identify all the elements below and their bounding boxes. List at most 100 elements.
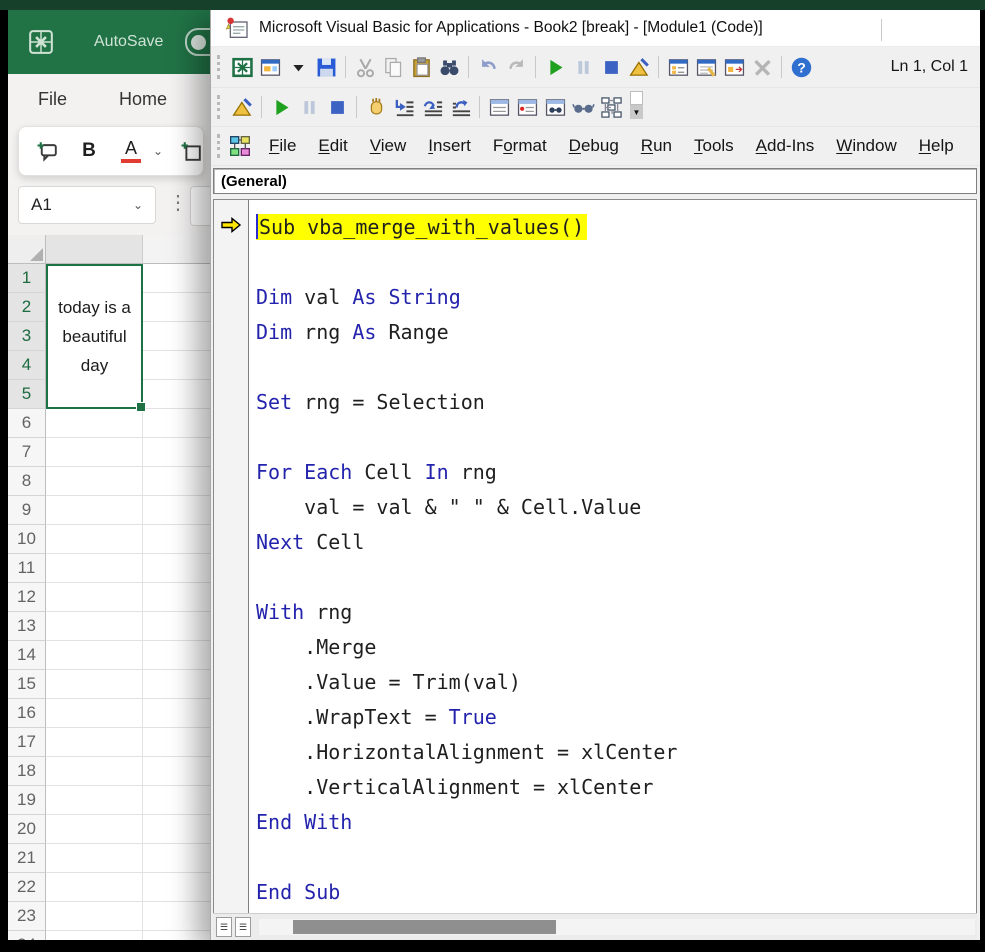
menu-run[interactable]: Run <box>630 136 683 156</box>
bold-button[interactable]: B <box>75 137 103 165</box>
cell-a15[interactable] <box>46 670 143 699</box>
font-color-button[interactable]: A <box>117 137 145 165</box>
view-excel-button[interactable] <box>228 53 256 81</box>
column-header-a[interactable] <box>46 235 143 264</box>
margin-indicator-bar[interactable] <box>214 200 249 913</box>
code-line-17[interactable]: .VerticalAlignment = xlCenter <box>256 770 976 805</box>
quick-watch-button[interactable] <box>569 93 597 121</box>
cell-a6[interactable] <box>46 409 143 438</box>
menu-view[interactable]: View <box>359 136 418 156</box>
scrollbar-thumb[interactable] <box>293 920 556 934</box>
row-header-24[interactable]: 24 <box>8 931 46 940</box>
code-line-7[interactable] <box>256 420 976 455</box>
cell-a17[interactable] <box>46 728 143 757</box>
toolbar-grip[interactable] <box>217 55 220 79</box>
code-line-20[interactable]: End Sub <box>256 875 976 910</box>
object-browser-button[interactable] <box>720 53 748 81</box>
save-button[interactable] <box>312 53 340 81</box>
code-line-16[interactable]: .HorizontalAlignment = xlCenter <box>256 735 976 770</box>
row-header-2[interactable]: 2 <box>8 293 46 322</box>
cell-a22[interactable] <box>46 873 143 902</box>
row-header-12[interactable]: 12 <box>8 583 46 612</box>
row-header-13[interactable]: 13 <box>8 612 46 641</box>
undo-button[interactable] <box>474 53 502 81</box>
code-line-11[interactable] <box>256 560 976 595</box>
redo-button[interactable] <box>502 53 530 81</box>
code-line-12[interactable]: With rng <box>256 595 976 630</box>
row-header-14[interactable]: 14 <box>8 641 46 670</box>
procedure-dropdown[interactable]: (General) <box>213 168 977 194</box>
scrollbar-track[interactable] <box>259 919 975 935</box>
find-button[interactable] <box>435 53 463 81</box>
cell-a11[interactable] <box>46 554 143 583</box>
menu-insert[interactable]: Insert <box>417 136 482 156</box>
code-line-8[interactable]: For Each Cell In rng <box>256 455 976 490</box>
toolbar-grip[interactable] <box>217 95 220 119</box>
dropdown-arrow-button[interactable] <box>284 53 312 81</box>
row-header-17[interactable]: 17 <box>8 728 46 757</box>
reset-button[interactable] <box>323 93 351 121</box>
watch-window-button[interactable] <box>541 93 569 121</box>
menu-tools[interactable]: Tools <box>683 136 745 156</box>
cell-a16[interactable] <box>46 699 143 728</box>
design-mode-button[interactable] <box>625 53 653 81</box>
toolbar-options-button[interactable]: ▼ <box>629 91 644 123</box>
code-editor[interactable]: Sub vba_merge_with_values() Dim val As St… <box>249 200 976 913</box>
row-header-16[interactable]: 16 <box>8 699 46 728</box>
code-line-9[interactable]: val = val & " " & Cell.Value <box>256 490 976 525</box>
row-header-10[interactable]: 10 <box>8 525 46 554</box>
code-line-19[interactable] <box>256 840 976 875</box>
row-header-23[interactable]: 23 <box>8 902 46 931</box>
code-line-13[interactable]: .Merge <box>256 630 976 665</box>
help-button[interactable]: ? <box>787 53 815 81</box>
row-header-1[interactable]: 1 <box>8 264 46 293</box>
row-header-5[interactable]: 5 <box>8 380 46 409</box>
insert-userform-button[interactable] <box>256 53 284 81</box>
row-header-19[interactable]: 19 <box>8 786 46 815</box>
menu-addins[interactable]: Add-Ins <box>745 136 826 156</box>
cell-a21[interactable] <box>46 844 143 873</box>
cell-a7[interactable] <box>46 438 143 467</box>
row-header-7[interactable]: 7 <box>8 438 46 467</box>
toggle-breakpoint-button[interactable] <box>362 93 390 121</box>
toolbox-button[interactable] <box>748 53 776 81</box>
project-explorer-button[interactable] <box>664 53 692 81</box>
menu-debug[interactable]: Debug <box>558 136 630 156</box>
ribbon-tab-home[interactable]: Home <box>119 89 167 110</box>
menu-file[interactable]: File <box>258 136 307 156</box>
code-line-5[interactable] <box>256 350 976 385</box>
row-header-18[interactable]: 18 <box>8 757 46 786</box>
insert-cells-button[interactable] <box>177 137 205 165</box>
code-line-4[interactable]: Dim rng As Range <box>256 315 976 350</box>
fill-handle[interactable] <box>136 402 146 412</box>
locals-window-button[interactable] <box>485 93 513 121</box>
row-header-20[interactable]: 20 <box>8 815 46 844</box>
menu-help[interactable]: Help <box>908 136 965 156</box>
row-header-8[interactable]: 8 <box>8 467 46 496</box>
name-box[interactable]: A1 ⌄ <box>18 186 156 224</box>
cell-a18[interactable] <box>46 757 143 786</box>
run-button[interactable] <box>267 93 295 121</box>
cell-a19[interactable] <box>46 786 143 815</box>
row-header-15[interactable]: 15 <box>8 670 46 699</box>
properties-window-button[interactable] <box>692 53 720 81</box>
full-module-view-button[interactable]: ☰ <box>235 917 251 937</box>
copy-button[interactable] <box>379 53 407 81</box>
cell-a8[interactable] <box>46 467 143 496</box>
cell-a9[interactable] <box>46 496 143 525</box>
row-header-6[interactable]: 6 <box>8 409 46 438</box>
new-comment-button[interactable] <box>33 137 61 165</box>
cell-a13[interactable] <box>46 612 143 641</box>
row-header-9[interactable]: 9 <box>8 496 46 525</box>
code-line-14[interactable]: .Value = Trim(val) <box>256 665 976 700</box>
row-header-21[interactable]: 21 <box>8 844 46 873</box>
select-all-corner[interactable] <box>8 235 46 264</box>
row-header-22[interactable]: 22 <box>8 873 46 902</box>
break-button[interactable] <box>569 53 597 81</box>
paste-button[interactable] <box>407 53 435 81</box>
cut-button[interactable] <box>351 53 379 81</box>
row-header-11[interactable]: 11 <box>8 554 46 583</box>
call-stack-button[interactable] <box>597 93 625 121</box>
toolbar-grip[interactable] <box>217 134 220 158</box>
step-over-button[interactable] <box>418 93 446 121</box>
